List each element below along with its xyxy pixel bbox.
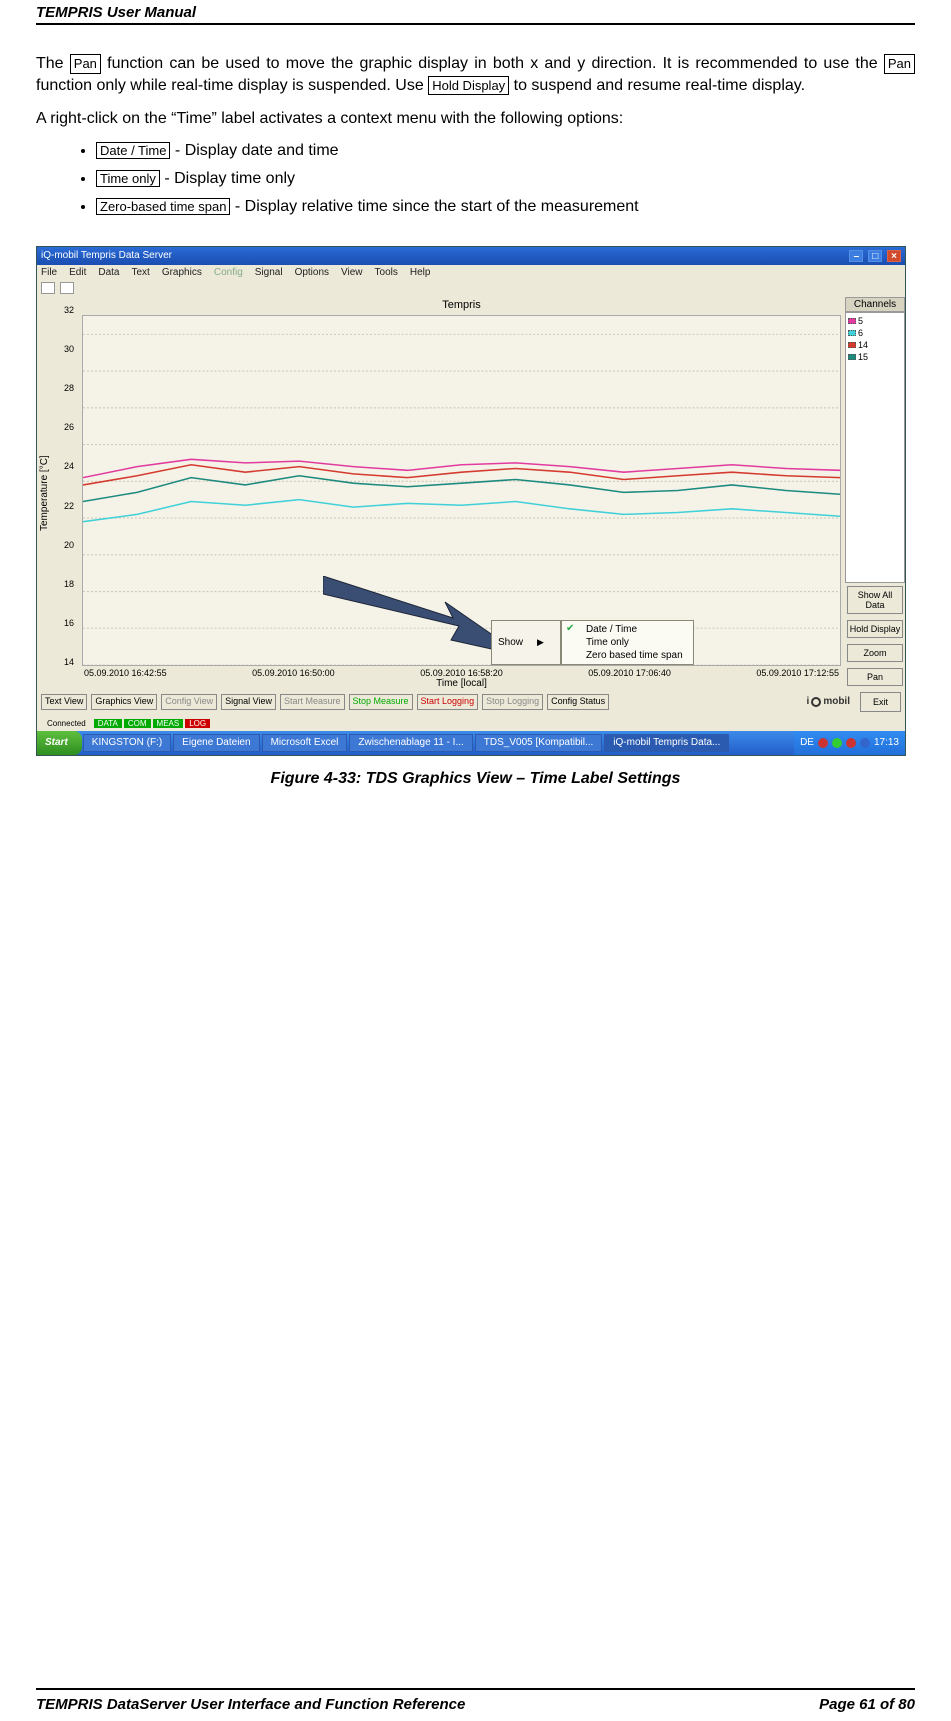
context-menu-show[interactable]: Show▶ — [491, 620, 561, 665]
menu-text[interactable]: Text — [131, 267, 149, 278]
minimize-button[interactable]: – — [849, 250, 863, 262]
x-axis-ticks: 05.09.2010 16:42:55 05.09.2010 16:50:00 … — [78, 668, 845, 678]
menu-edit[interactable]: Edit — [69, 267, 86, 278]
menu-tools[interactable]: Tools — [375, 267, 398, 278]
toolbar-icon[interactable] — [41, 282, 55, 294]
taskbar-item[interactable]: Eigene Dateien — [173, 734, 259, 752]
zoom-button[interactable]: Zoom — [847, 644, 903, 662]
context-menu: Show▶ ✔ Date / Time Time only Zero based… — [491, 620, 694, 665]
header-title: TEMPRIS User Manual — [36, 4, 196, 21]
tray-icon[interactable] — [846, 738, 856, 748]
signal-view-button[interactable]: Signal View — [221, 694, 276, 709]
ctx-item-date-time[interactable]: Date / Time — [580, 623, 689, 636]
legend-item[interactable]: 5 — [848, 315, 902, 327]
brand-logo: imobil — [807, 696, 850, 707]
channels-legend: 5 6 14 15 — [845, 312, 905, 583]
taskbar-item[interactable]: Microsoft Excel — [262, 734, 348, 752]
options-list: Date / Time - Display date and time Time… — [96, 142, 915, 216]
status-com: COM — [124, 719, 151, 728]
body-para-2: A right-click on the “Time” label activa… — [36, 108, 915, 130]
option-date-time: Date / Time - Display date and time — [96, 142, 915, 160]
taskbar-item[interactable]: KINGSTON (F:) — [83, 734, 171, 752]
taskbar-item[interactable]: TDS_V005 [Kompatibil... — [475, 734, 603, 752]
check-icon: ✔ — [566, 623, 574, 634]
stop-logging-button[interactable]: Stop Logging — [482, 694, 543, 709]
maximize-button[interactable]: □ — [868, 250, 882, 262]
menu-options[interactable]: Options — [295, 267, 329, 278]
kbd-pan-2: Pan — [884, 54, 915, 74]
app-window: iQ-mobil Tempris Data Server – □ × File … — [36, 246, 906, 756]
pan-button[interactable]: Pan — [847, 668, 903, 686]
window-buttons: – □ × — [847, 250, 901, 262]
chart-title: Tempris — [78, 297, 845, 313]
status-strip: Connected DATA COM MEAS LOG — [37, 717, 905, 731]
menu-graphics[interactable]: Graphics — [162, 267, 202, 278]
system-tray: DE 17:13 — [794, 731, 905, 755]
x-axis-label[interactable]: Time [local] — [78, 678, 845, 689]
page-footer: TEMPRIS DataServer User Interface and Fu… — [36, 1688, 915, 1721]
status-data: DATA — [94, 719, 122, 728]
show-all-data-button[interactable]: Show All Data — [847, 586, 903, 614]
tray-icon[interactable] — [818, 738, 828, 748]
legend-item[interactable]: 14 — [848, 339, 902, 351]
right-panel: Channels 5 6 14 15 Show All Data Hold Di… — [845, 297, 905, 689]
figure-screenshot: iQ-mobil Tempris Data Server – □ × File … — [36, 246, 915, 756]
y-axis-ticks: 32 30 28 26 24 22 20 18 16 14 — [52, 297, 78, 689]
legend-item[interactable]: 6 — [848, 327, 902, 339]
tray-icon[interactable] — [832, 738, 842, 748]
taskbar-item[interactable]: Zwischenablage 11 - I... — [349, 734, 472, 752]
taskbar-item-active[interactable]: iQ-mobil Tempris Data... — [604, 734, 729, 752]
menu-help[interactable]: Help — [410, 267, 431, 278]
page-header: TEMPRIS User Manual — [36, 0, 915, 25]
exit-button[interactable]: Exit — [860, 692, 901, 712]
toolbar-icon[interactable] — [60, 282, 74, 294]
option-time-only: Time only - Display time only — [96, 170, 915, 188]
menu-file[interactable]: File — [41, 267, 57, 278]
chart-canvas[interactable]: Show▶ ✔ Date / Time Time only Zero based… — [82, 315, 841, 666]
config-status-button[interactable]: Config Status — [547, 694, 609, 709]
window-title: iQ-mobil Tempris Data Server — [41, 250, 172, 261]
status-connected: Connected — [41, 719, 92, 728]
channels-header: Channels — [845, 297, 905, 312]
status-meas: MEAS — [153, 719, 184, 728]
window-titlebar[interactable]: iQ-mobil Tempris Data Server – □ × — [37, 247, 905, 265]
tray-clock: 17:13 — [874, 737, 899, 748]
start-measure-button[interactable]: Start Measure — [280, 694, 345, 709]
start-logging-button[interactable]: Start Logging — [417, 694, 479, 709]
status-log: LOG — [185, 719, 210, 728]
bottom-toolbar: Text View Graphics View Config View Sign… — [37, 689, 905, 715]
footer-right: Page 61 of 80 — [819, 1696, 915, 1713]
text-view-button[interactable]: Text View — [41, 694, 87, 709]
legend-item[interactable]: 15 — [848, 351, 902, 363]
menu-view[interactable]: View — [341, 267, 363, 278]
logo-icon — [811, 697, 821, 707]
menubar: File Edit Data Text Graphics Config Sign… — [37, 265, 905, 280]
menu-config[interactable]: Config — [214, 267, 243, 278]
config-view-button[interactable]: Config View — [161, 694, 217, 709]
taskbar: Start KINGSTON (F:) Eigene Dateien Micro… — [37, 731, 905, 755]
chart-svg — [83, 316, 840, 665]
body-para-1: The Pan function can be used to move the… — [36, 53, 915, 96]
close-button[interactable]: × — [887, 250, 901, 262]
ctx-item-time-only[interactable]: Time only — [580, 636, 689, 649]
tray-icon[interactable] — [860, 738, 870, 748]
y-axis-label: Temperature [°C] — [37, 297, 52, 689]
stop-measure-button[interactable]: Stop Measure — [349, 694, 413, 709]
kbd-hold-display: Hold Display — [428, 76, 509, 96]
ctx-item-zero-span[interactable]: Zero based time span — [580, 649, 689, 662]
hold-display-button[interactable]: Hold Display — [847, 620, 903, 638]
kbd-pan: Pan — [70, 54, 101, 74]
tray-lang[interactable]: DE — [800, 737, 814, 748]
graphics-view-button[interactable]: Graphics View — [91, 694, 157, 709]
chevron-right-icon: ▶ — [537, 637, 544, 648]
menu-signal[interactable]: Signal — [255, 267, 283, 278]
start-button[interactable]: Start — [37, 731, 82, 755]
menu-data[interactable]: Data — [98, 267, 119, 278]
footer-left: TEMPRIS DataServer User Interface and Fu… — [36, 1696, 465, 1713]
option-zero-span: Zero-based time span - Display relative … — [96, 198, 915, 216]
figure-caption: Figure 4-33: TDS Graphics View – Time La… — [36, 770, 915, 788]
